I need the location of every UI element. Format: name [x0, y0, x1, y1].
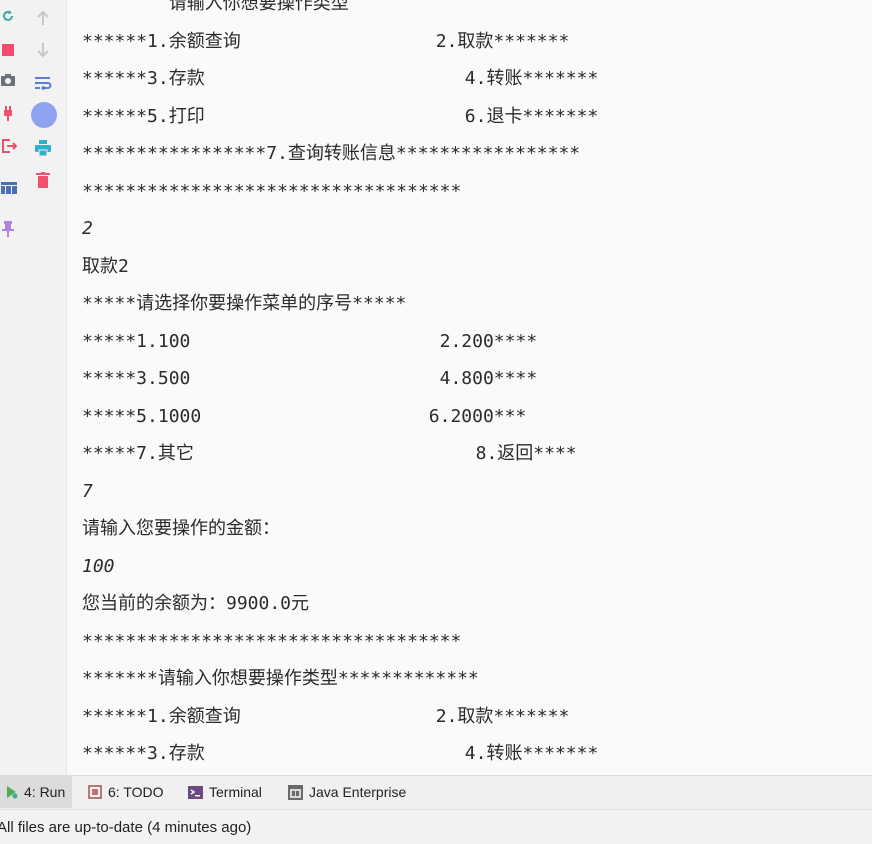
console-output-line: 您当前的余额为：9900.0元: [82, 593, 310, 614]
exit-icon[interactable]: [0, 137, 18, 155]
plugin-icon[interactable]: [0, 105, 16, 123]
scroll-to-end-icon[interactable]: [30, 101, 58, 129]
ide-window: 请输入你想要操作类型 ******1.余额查询 2.取款******* ******…: [0, 0, 872, 844]
todo-icon: [88, 785, 102, 799]
console-output-line: ******3.存款 4.转账*******: [82, 68, 599, 89]
soft-wrap-icon[interactable]: [33, 74, 53, 92]
console-output-line: *****5.1000 6.2000***: [82, 405, 527, 427]
tab-todo[interactable]: 6: TODO: [88, 776, 164, 808]
console-output-line: ***********************************: [82, 630, 462, 652]
console-output-line: 取款2: [82, 255, 129, 277]
terminal-icon: [188, 785, 203, 799]
console-output-line: ***********************************: [82, 180, 462, 202]
console-output-line: *****7.其它 8.返回****: [82, 443, 577, 464]
camera-icon[interactable]: [0, 72, 16, 88]
tab-java-enterprise[interactable]: Java Enterprise: [288, 776, 406, 808]
console-output-line: ******1.余额查询 2.取款*******: [82, 30, 570, 52]
layout-icon[interactable]: [0, 179, 18, 197]
java-enterprise-icon: [288, 784, 303, 800]
console-output-line: *****1.100 2.200****: [82, 330, 538, 352]
console-output-line: *****请选择你要操作菜单的序号*****: [82, 293, 407, 314]
status-message: All files are up-to-date (4 minutes ago): [0, 819, 252, 836]
console-output-line: ******1.余额查询 2.取款*******: [82, 705, 570, 727]
console-output-line: *******请输入你想要操作类型*************: [82, 668, 479, 689]
console-output-line: *****************7.查询转账信息***************…: [82, 143, 581, 164]
pin-icon[interactable]: [0, 220, 16, 238]
console-input-line: 100: [82, 555, 115, 577]
down-arrow-icon[interactable]: [34, 41, 52, 59]
run-icon: [6, 785, 18, 799]
console-output-line: 请输入您要操作的金额：: [82, 518, 280, 539]
run-toolbar-left: [0, 0, 20, 775]
console-output-line: ******5.打印 6.退卡*******: [82, 105, 599, 127]
tab-java-enterprise-label: Java Enterprise: [309, 784, 407, 800]
trash-icon[interactable]: [34, 171, 52, 189]
tab-terminal[interactable]: Terminal: [188, 776, 262, 808]
print-icon[interactable]: [34, 139, 52, 157]
run-toolbar-right: [20, 0, 67, 775]
tab-terminal-label: Terminal: [209, 784, 262, 800]
console-input-line: 2: [82, 218, 93, 239]
console-output-line: 请输入你想要操作类型: [82, 0, 349, 14]
rerun-icon[interactable]: [0, 7, 16, 25]
console-output-line: ******3.存款 4.转账*******: [82, 743, 599, 764]
console-input-line: 7: [82, 480, 93, 502]
tab-run-label: 4: Run: [24, 784, 66, 800]
up-arrow-icon[interactable]: [34, 9, 52, 27]
stop-icon[interactable]: [0, 42, 16, 58]
console-output-line: *****3.500 4.800****: [82, 368, 538, 389]
tab-todo-label: 6: TODO: [108, 784, 164, 800]
console-output[interactable]: 请输入你想要操作类型 ******1.余额查询 2.取款******* ******…: [67, 0, 872, 775]
tool-window-bar: 4: Run 6: TODO Terminal Java Enterprise: [0, 775, 872, 809]
status-bar: All files are up-to-date (4 minutes ago): [0, 809, 872, 844]
tab-run[interactable]: 4: Run: [0, 776, 72, 808]
